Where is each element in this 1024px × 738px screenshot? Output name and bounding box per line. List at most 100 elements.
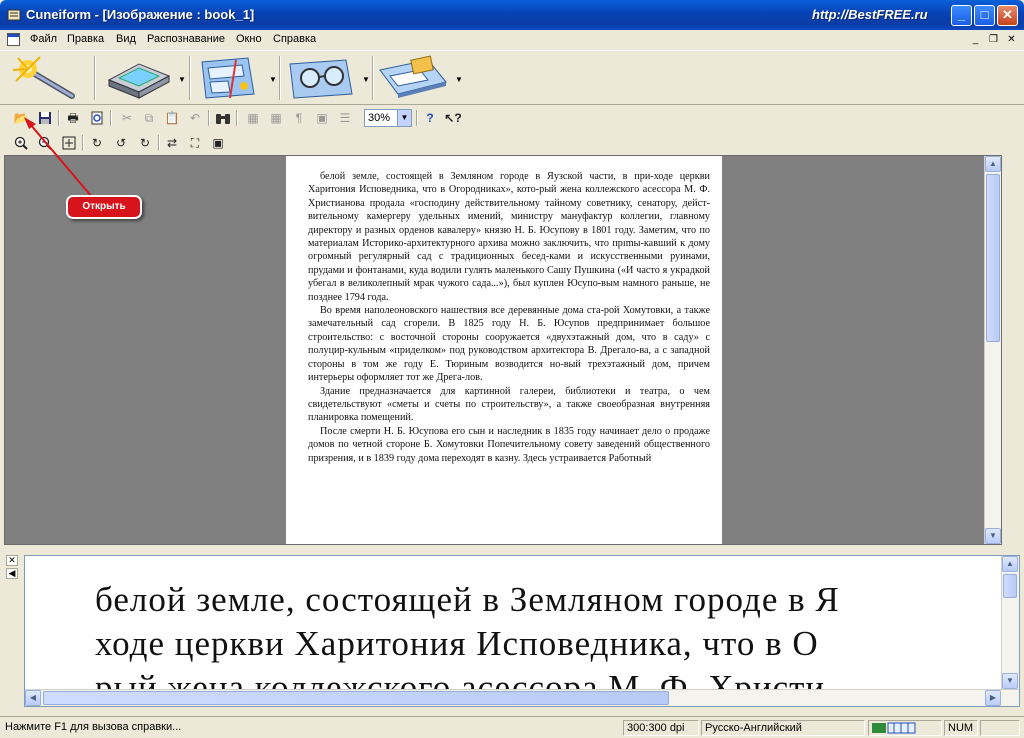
mdi-restore-button[interactable]: ❐: [986, 33, 1001, 47]
layout-dropdown-icon[interactable]: ▼: [269, 76, 277, 84]
minimize-button[interactable]: _: [951, 5, 972, 26]
frame-icon[interactable]: ▣: [313, 109, 331, 127]
menu-bar: Файл Правка Вид Распознавание Окно Справ…: [0, 30, 1024, 49]
find-binoculars-icon[interactable]: [214, 109, 232, 127]
standard-toolbar: 📂 🖶 ✂ ⧉ 📋 ↶ ▦ ▦ ¶ ▣ ☰ 30% ▼ ? ↖?: [0, 107, 1024, 129]
save-output-icon[interactable]: [376, 54, 452, 102]
image-toolbar: ↻ ↺ ↻ ⇄ ⛶ ▣: [0, 132, 1024, 154]
zoom-in-icon[interactable]: [12, 134, 30, 152]
rotate-icon[interactable]: ↻: [88, 134, 106, 152]
scroll-thumb[interactable]: [986, 174, 1000, 342]
close-button[interactable]: ✕: [997, 5, 1018, 26]
open-folder-icon[interactable]: 📂: [12, 109, 30, 127]
print-icon[interactable]: 🖶: [64, 109, 82, 127]
menu-help[interactable]: Справка: [273, 33, 316, 45]
menu-view[interactable]: Вид: [116, 33, 136, 45]
scanner-dropdown-icon[interactable]: ▼: [178, 76, 186, 84]
toolbar-separator: [416, 110, 418, 126]
pane-splitter[interactable]: [0, 546, 1024, 554]
toolbar-separator: [236, 110, 238, 126]
keyboard-indicator-icon: [868, 720, 942, 736]
menu-recognition[interactable]: Распознавание: [147, 33, 225, 45]
fit-page-icon[interactable]: [60, 134, 78, 152]
table-grid-icon[interactable]: ▦: [267, 109, 285, 127]
toolbar-separator: [372, 56, 374, 100]
zoom-out-icon[interactable]: [36, 134, 54, 152]
align-icon[interactable]: ☰: [336, 109, 354, 127]
document-icon[interactable]: [7, 33, 20, 46]
rotate-right-icon[interactable]: ↻: [136, 134, 154, 152]
text-horizontal-scrollbar[interactable]: ◀ ▶: [25, 689, 1019, 706]
window-title: Cuneiform - [Изображение : book_1]: [26, 7, 255, 22]
layout-analysis-icon[interactable]: [196, 54, 262, 102]
toolbar-separator: [279, 56, 281, 100]
zoom-value: 30%: [368, 112, 391, 124]
menu-edit[interactable]: Правка: [67, 33, 104, 45]
title-bar: Cuneiform - [Изображение : book_1] http:…: [0, 0, 1024, 30]
undo-icon[interactable]: ↶: [186, 109, 204, 127]
text-vertical-scrollbar[interactable]: ▲ ▼: [1001, 556, 1019, 689]
help-icon[interactable]: ?: [421, 109, 439, 127]
scanner-icon[interactable]: [103, 54, 173, 102]
page-paragraph: После смерти Н. Б. Юсупова его сын и нас…: [308, 425, 710, 464]
toolbar-separator: [189, 56, 191, 100]
menu-file[interactable]: Файл: [30, 33, 57, 45]
scroll-right-icon[interactable]: ▶: [985, 690, 1001, 706]
table-icon[interactable]: ▦: [244, 109, 262, 127]
status-hint: Нажмите F1 для вызова справки...: [5, 721, 182, 733]
context-help-icon[interactable]: ↖?: [444, 109, 462, 127]
toolbar-separator: [82, 135, 84, 151]
recognized-text-pane[interactable]: белой земле, состоящей в Земляном городе…: [24, 555, 1020, 707]
toolbar-separator: [158, 135, 160, 151]
magic-wand-icon[interactable]: [10, 54, 82, 102]
recognize-dropdown-icon[interactable]: ▼: [362, 76, 370, 84]
scanned-page: белой земле, состоящей в Земляном городе…: [286, 156, 722, 544]
toolbar-separator: [94, 56, 96, 100]
save-dropdown-icon[interactable]: ▼: [455, 76, 463, 84]
save-icon[interactable]: [36, 109, 54, 127]
status-bar: Нажмите F1 для вызова справки... 300:300…: [0, 716, 1024, 738]
close-pane-icon[interactable]: ✕: [6, 555, 18, 566]
scroll-thumb[interactable]: [43, 691, 669, 705]
maximize-button[interactable]: □: [974, 5, 995, 26]
image-vertical-scrollbar[interactable]: ▲ ▼: [984, 156, 1001, 544]
text-line: ходе церкви Харитония Исповедника, что в…: [95, 624, 819, 663]
recognize-glasses-icon[interactable]: [286, 54, 356, 102]
text-line: белой земле, состоящей в Земляном городе…: [95, 580, 840, 619]
scroll-down-icon[interactable]: ▼: [985, 528, 1001, 544]
mdi-close-button[interactable]: ✕: [1004, 33, 1019, 47]
menu-window[interactable]: Окно: [236, 33, 262, 45]
page-paragraph: белой земле, состоящей в Земляном городе…: [308, 171, 710, 303]
mdi-minimize-button[interactable]: _: [968, 33, 983, 47]
brand-watermark: http://BestFREE.ru: [812, 7, 928, 22]
status-extra: [980, 720, 1020, 736]
scroll-up-icon[interactable]: ▲: [1002, 556, 1018, 572]
pane-arrow-icon[interactable]: ◀: [6, 568, 18, 579]
app-icon: [7, 9, 21, 21]
toolbar-separator: [110, 110, 112, 126]
page-paragraph: Здание предназначается для картинной гал…: [308, 385, 710, 424]
select-area-icon[interactable]: ⛶: [186, 134, 204, 152]
scroll-up-icon[interactable]: ▲: [985, 156, 1001, 172]
scroll-left-icon[interactable]: ◀: [25, 690, 41, 706]
zoom-select[interactable]: 30% ▼: [364, 109, 412, 127]
open-callout: Открыть: [66, 195, 142, 219]
rotate-left-icon[interactable]: ↺: [112, 134, 130, 152]
cut-icon[interactable]: ✂: [118, 109, 136, 127]
page-paragraph: Во время наполеоновского нашествия все д…: [308, 305, 710, 384]
paragraph-icon[interactable]: ¶: [290, 109, 308, 127]
image-pane[interactable]: белой земле, состоящей в Земляном городе…: [4, 155, 1002, 545]
chevron-down-icon[interactable]: ▼: [397, 110, 411, 126]
status-dpi: 300:300 dpi: [623, 720, 699, 736]
paste-icon[interactable]: 📋: [163, 109, 181, 127]
image-properties-icon[interactable]: ▣: [209, 134, 227, 152]
toolbar-separator: [208, 110, 210, 126]
invert-icon[interactable]: ⇄: [163, 134, 181, 152]
recognized-text: белой земле, состоящей в Земляном городе…: [95, 578, 840, 706]
copy-icon[interactable]: ⧉: [140, 109, 158, 127]
scroll-thumb[interactable]: [1003, 574, 1017, 598]
print-preview-icon[interactable]: [88, 109, 106, 127]
status-language: Русско-Английский: [701, 720, 865, 736]
scroll-down-icon[interactable]: ▼: [1002, 673, 1018, 689]
toolbar-separator: [58, 110, 60, 126]
